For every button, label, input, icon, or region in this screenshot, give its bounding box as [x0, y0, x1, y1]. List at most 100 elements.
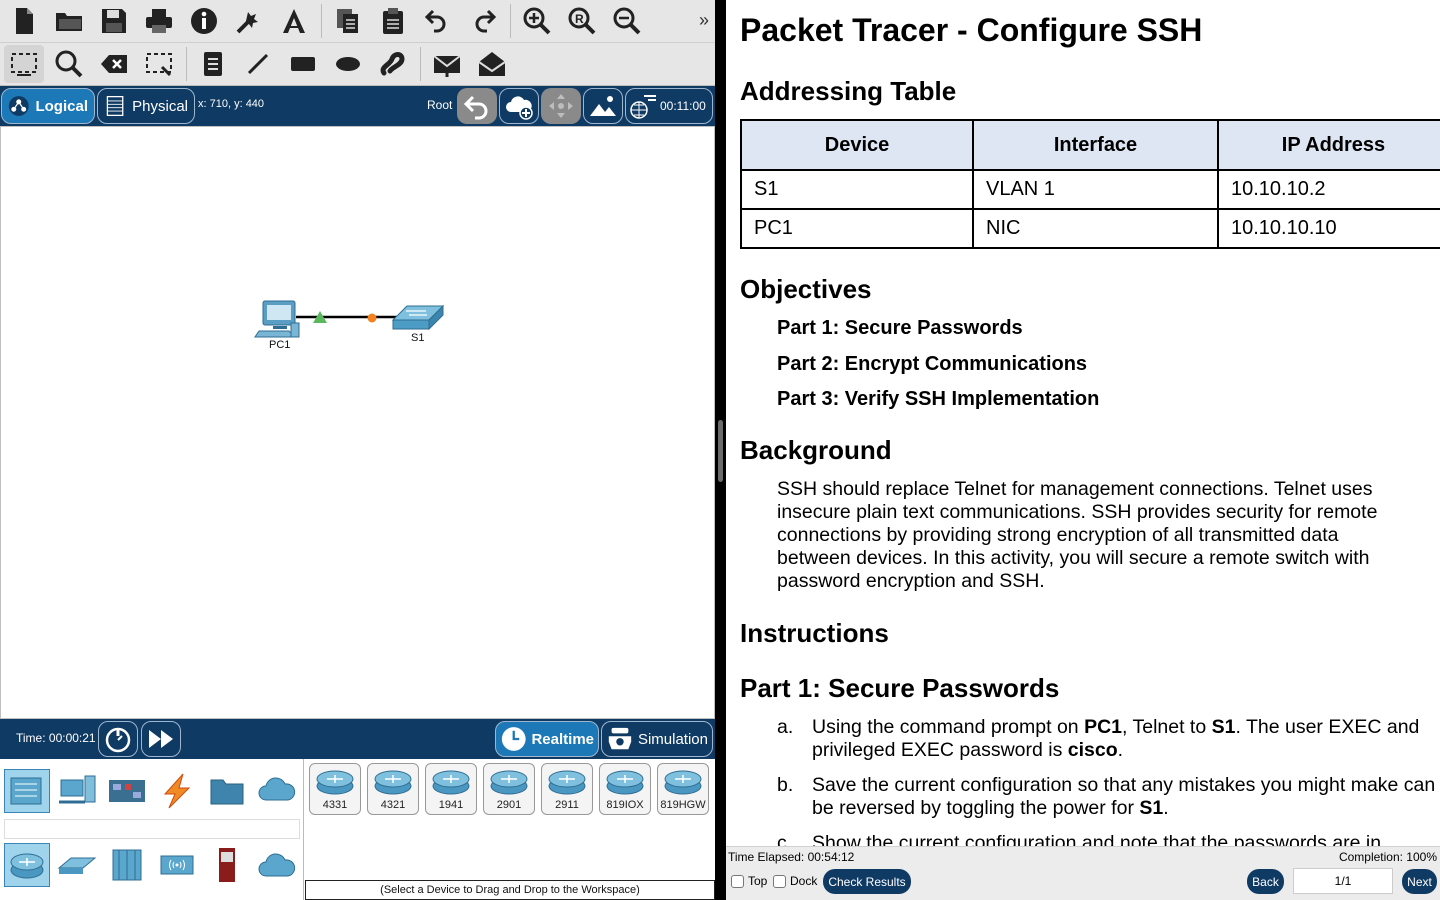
- router-model-819hgw[interactable]: 819HGW: [657, 763, 709, 815]
- multiuser-category[interactable]: [254, 769, 300, 813]
- dock-checkbox[interactable]: [773, 875, 786, 888]
- device-model-panel: 4331 4321 1941 2901 2911 819IOX 819HGW: [305, 759, 715, 881]
- router-model-4331[interactable]: 4331: [309, 763, 361, 815]
- zoom-out-button[interactable]: [607, 2, 647, 40]
- resize-shape-button[interactable]: [139, 45, 179, 83]
- logical-workspace[interactable]: PC1 S1: [0, 126, 715, 719]
- step-label: a.: [777, 716, 794, 738]
- wan-emulation-subcategory[interactable]: [254, 843, 300, 887]
- copy-button[interactable]: [328, 2, 368, 40]
- globe-clock-icon: [630, 95, 656, 119]
- undo-icon: [424, 9, 446, 33]
- switches-subcategory[interactable]: [54, 843, 100, 887]
- top-checkbox[interactable]: [731, 875, 744, 888]
- toolbar-divider: [420, 47, 421, 81]
- realtime-label: Realtime: [531, 730, 594, 748]
- next-button[interactable]: Next: [1402, 869, 1437, 894]
- end-devices-category[interactable]: [54, 769, 100, 813]
- add-simple-pdu-button[interactable]: [427, 45, 467, 83]
- set-background-button[interactable]: [583, 88, 623, 124]
- wireless-subcategory[interactable]: [154, 843, 200, 887]
- part1-heading: Part 1: Secure Passwords: [740, 673, 1060, 703]
- rack-icon: [106, 95, 124, 117]
- navigation-back-button[interactable]: [457, 88, 497, 124]
- miscellaneous-category[interactable]: [204, 769, 250, 813]
- save-button[interactable]: [94, 2, 134, 40]
- connections-category[interactable]: [154, 769, 200, 813]
- model-label: 819HGW: [660, 799, 706, 811]
- main-toolbar: R »: [0, 0, 715, 43]
- wan-cloud-icon: [258, 853, 296, 877]
- toolbar-overflow-icon[interactable]: »: [699, 10, 709, 31]
- page-indicator-field[interactable]: 1/1: [1293, 868, 1393, 894]
- hubs-subcategory[interactable]: [104, 843, 150, 887]
- fast-forward-button[interactable]: [141, 721, 181, 757]
- topology-canvas: [254, 300, 445, 338]
- router-model-2911[interactable]: 2911: [541, 763, 593, 815]
- s1-label: S1: [411, 332, 425, 344]
- inspect-button[interactable]: [49, 45, 89, 83]
- router-icon: [374, 770, 412, 795]
- add-complex-pdu-button[interactable]: [472, 45, 512, 83]
- instructions-document[interactable]: Packet Tracer - Configure SSH Addressing…: [726, 0, 1440, 846]
- draw-line-button[interactable]: [238, 45, 278, 83]
- zoom-in-button[interactable]: [517, 2, 557, 40]
- router-model-4321[interactable]: 4321: [367, 763, 419, 815]
- router-model-2901[interactable]: 2901: [483, 763, 535, 815]
- splitter-grip-handle[interactable]: [718, 420, 723, 482]
- device-selection-panel: 4331 4321 1941 2901 2911 819IOX 819HGW (…: [0, 759, 715, 900]
- pc1-device[interactable]: [254, 300, 300, 338]
- network-devices-category[interactable]: [4, 769, 50, 813]
- draw-rectangle-button[interactable]: [283, 45, 323, 83]
- step-b: b. Save the current configuration so tha…: [777, 774, 1437, 820]
- pane-splitter[interactable]: [715, 0, 726, 900]
- tab-physical[interactable]: Physical: [97, 88, 195, 124]
- tab-logical[interactable]: Logical: [1, 88, 95, 124]
- check-results-button[interactable]: Check Results: [823, 869, 911, 894]
- cloud-icon: [258, 777, 296, 801]
- draw-ellipse-button[interactable]: [328, 45, 368, 83]
- info-button[interactable]: [184, 2, 224, 40]
- select-icon: [11, 53, 37, 76]
- tab-simulation[interactable]: Simulation: [601, 721, 713, 757]
- step-label: b.: [777, 774, 794, 796]
- column-header-interface: Interface: [972, 119, 1219, 171]
- paste-button[interactable]: [373, 2, 413, 40]
- objectives-heading: Objectives: [740, 274, 872, 304]
- security-subcategory[interactable]: [204, 843, 250, 887]
- folder-open-icon: [56, 13, 82, 31]
- components-category[interactable]: [104, 769, 150, 813]
- back-button[interactable]: Back: [1247, 869, 1284, 894]
- table-row: S1 VLAN 1 10.10.10.2: [740, 169, 1440, 210]
- place-note-button[interactable]: [193, 45, 233, 83]
- zoom-reset-button[interactable]: R: [562, 2, 602, 40]
- print-button[interactable]: [139, 2, 179, 40]
- info-icon: [191, 8, 217, 34]
- tab-realtime[interactable]: Realtime: [495, 721, 599, 757]
- power-cycle-button[interactable]: [98, 721, 138, 757]
- time-elapsed: Time Elapsed: 00:54:12: [728, 850, 855, 864]
- freeform-button[interactable]: [373, 45, 413, 83]
- router-icon: [490, 770, 528, 795]
- palette-button[interactable]: [274, 2, 314, 40]
- move-object-button[interactable]: [541, 88, 581, 124]
- router-model-819iox[interactable]: 819IOX: [599, 763, 651, 815]
- new-file-button[interactable]: [4, 2, 44, 40]
- delete-button[interactable]: [94, 45, 134, 83]
- model-label: 1941: [438, 799, 464, 811]
- toolbar-divider: [321, 4, 322, 38]
- tab-logical-label: Logical: [35, 97, 88, 115]
- new-cluster-button[interactable]: [499, 88, 539, 124]
- open-file-button[interactable]: [49, 2, 89, 40]
- undo-button[interactable]: [418, 2, 458, 40]
- select-button[interactable]: [4, 45, 44, 83]
- network-wizard-button[interactable]: [229, 2, 269, 40]
- routers-subcategory[interactable]: [4, 843, 50, 887]
- back-arrow-icon: [463, 95, 488, 120]
- redo-button[interactable]: [463, 2, 503, 40]
- s1-switch-device[interactable]: [391, 304, 445, 331]
- viewport-clock-button[interactable]: 00:11:00: [625, 88, 713, 124]
- router-model-1941[interactable]: 1941: [425, 763, 477, 815]
- rectangle-icon: [291, 57, 315, 71]
- column-header-device: Device: [740, 119, 974, 171]
